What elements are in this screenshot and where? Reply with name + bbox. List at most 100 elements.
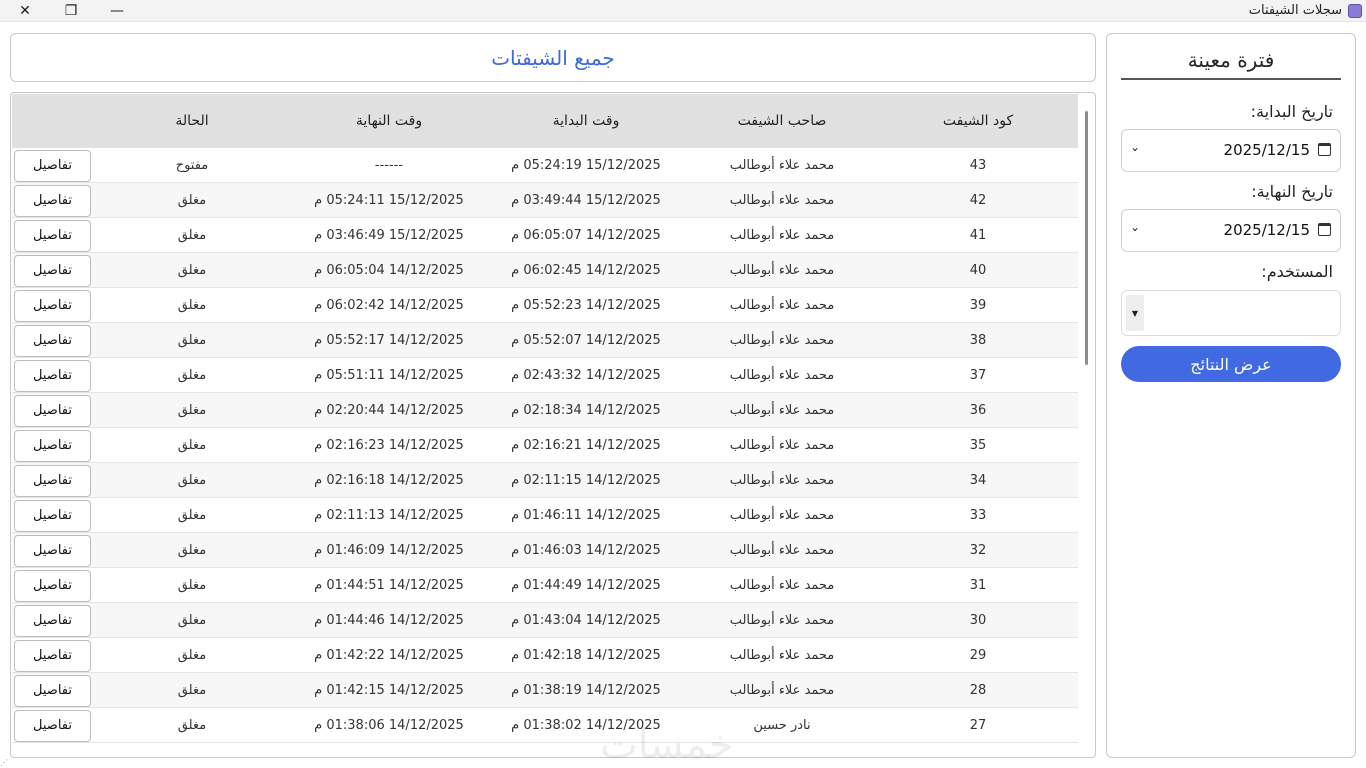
cell-code: 42: [969, 193, 987, 208]
table-row[interactable]: 30 محمد علاء أبوطالب 14/12/2025 01:43:04 م…: [12, 603, 1078, 638]
cell-code: 41: [969, 228, 987, 243]
column-header-end[interactable]: وقت النهاية: [289, 94, 489, 148]
cell-start-time: 14/12/2025 05:52:07 م: [511, 333, 661, 348]
cell-status: مغلق: [177, 718, 207, 733]
details-button[interactable]: تفاصيل: [14, 325, 91, 357]
cell-status: مغلق: [177, 438, 207, 453]
cell-owner: محمد علاء أبوطالب: [729, 403, 835, 418]
user-label: المستخدم:: [1261, 262, 1333, 281]
details-button[interactable]: تفاصيل: [14, 465, 91, 497]
user-select[interactable]: ▼: [1121, 290, 1341, 336]
cell-end-time: 14/12/2025 01:46:09 م: [314, 543, 464, 558]
cell-start-time: 14/12/2025 02:18:34 م: [511, 403, 661, 418]
cell-end-time: 14/12/2025 02:16:18 م: [314, 473, 464, 488]
table-row[interactable]: 28 محمد علاء أبوطالب 14/12/2025 01:38:19 م…: [12, 673, 1078, 708]
cell-status: مغلق: [177, 333, 207, 348]
end-date-value: 2025/12/15: [1223, 221, 1310, 239]
details-button[interactable]: تفاصيل: [14, 290, 91, 322]
details-button[interactable]: تفاصيل: [14, 570, 91, 602]
chevron-down-icon[interactable]: ⌄: [1130, 220, 1140, 234]
cell-status: مغلق: [177, 683, 207, 698]
cell-status: مغلق: [177, 648, 207, 663]
details-button[interactable]: تفاصيل: [14, 500, 91, 532]
table-row[interactable]: 29 محمد علاء أبوطالب 14/12/2025 01:42:18 م…: [12, 638, 1078, 673]
table-row[interactable]: 41 محمد علاء أبوطالب 14/12/2025 06:05:07 م…: [12, 218, 1078, 253]
calendar-icon[interactable]: [1318, 223, 1331, 236]
shifts-table: كود الشيفت صاحب الشيفت وقت البداية وقت ا…: [10, 92, 1096, 758]
table-row[interactable]: 43 محمد علاء أبوطالب 15/12/2025 05:24:19 م…: [12, 148, 1078, 183]
table-row[interactable]: 40 محمد علاء أبوطالب 14/12/2025 06:02:45 م…: [12, 253, 1078, 288]
cell-start-time: 14/12/2025 01:46:03 م: [511, 543, 661, 558]
calendar-icon[interactable]: [1318, 143, 1331, 156]
details-button[interactable]: تفاصيل: [14, 150, 91, 182]
cell-end-time: 14/12/2025 01:44:51 م: [314, 578, 464, 593]
details-button[interactable]: تفاصيل: [14, 640, 91, 672]
details-button[interactable]: تفاصيل: [14, 255, 91, 287]
table-row[interactable]: 38 محمد علاء أبوطالب 14/12/2025 05:52:07 م…: [12, 323, 1078, 358]
details-button[interactable]: تفاصيل: [14, 185, 91, 217]
cell-end-time: ------: [374, 158, 404, 173]
cell-start-time: 14/12/2025 02:43:32 م: [511, 368, 661, 383]
cell-owner: محمد علاء أبوطالب: [729, 578, 835, 593]
table-row[interactable]: 35 محمد علاء أبوطالب 14/12/2025 02:16:21 م…: [12, 428, 1078, 463]
details-button[interactable]: تفاصيل: [14, 220, 91, 252]
restore-icon[interactable]: ❐: [48, 0, 94, 22]
dropdown-arrow-icon[interactable]: ▼: [1126, 295, 1144, 331]
show-results-button[interactable]: عرض النتائج: [1121, 346, 1341, 382]
watermark: خمسات: [600, 722, 734, 768]
cell-status: مغلق: [177, 578, 207, 593]
cell-code: 39: [969, 298, 987, 313]
table-row[interactable]: 32 محمد علاء أبوطالب 14/12/2025 01:46:03 م…: [12, 533, 1078, 568]
table-row[interactable]: 36 محمد علاء أبوطالب 14/12/2025 02:18:34 م…: [12, 393, 1078, 428]
cell-owner: محمد علاء أبوطالب: [729, 298, 835, 313]
details-button[interactable]: تفاصيل: [14, 395, 91, 427]
cell-owner: محمد علاء أبوطالب: [729, 333, 835, 348]
cell-status: مغلق: [177, 368, 207, 383]
cell-code: 36: [969, 403, 987, 418]
column-header-code[interactable]: كود الشيفت: [878, 94, 1078, 148]
cell-code: 35: [969, 438, 987, 453]
cell-owner: محمد علاء أبوطالب: [729, 473, 835, 488]
start-date-picker[interactable]: 2025/12/15 ⌄: [1121, 129, 1341, 172]
cell-owner: محمد علاء أبوطالب: [729, 438, 835, 453]
cell-start-time: 14/12/2025 01:43:04 م: [511, 613, 661, 628]
cell-owner: محمد علاء أبوطالب: [729, 158, 835, 173]
details-button[interactable]: تفاصيل: [14, 675, 91, 707]
cell-code: 40: [969, 263, 987, 278]
table-row[interactable]: 42 محمد علاء أبوطالب 15/12/2025 03:49:44 م…: [12, 183, 1078, 218]
table-row[interactable]: 31 محمد علاء أبوطالب 14/12/2025 01:44:49 م…: [12, 568, 1078, 603]
column-header-status[interactable]: الحالة: [92, 94, 292, 148]
details-button[interactable]: تفاصيل: [14, 535, 91, 567]
details-button[interactable]: تفاصيل: [14, 605, 91, 637]
table-row[interactable]: 27 نادر حسين 14/12/2025 01:38:02 م 14/12/20…: [12, 708, 1078, 743]
table-row[interactable]: 37 محمد علاء أبوطالب 14/12/2025 02:43:32 م…: [12, 358, 1078, 393]
cell-code: 38: [969, 333, 987, 348]
page-title: جميع الشيفتات: [491, 45, 615, 70]
table-row[interactable]: 34 محمد علاء أبوطالب 14/12/2025 02:11:15 م…: [12, 463, 1078, 498]
cell-owner: محمد علاء أبوطالب: [729, 193, 835, 208]
column-header-owner[interactable]: صاحب الشيفت: [682, 94, 882, 148]
table-row[interactable]: 39 محمد علاء أبوطالب 14/12/2025 05:52:23 م…: [12, 288, 1078, 323]
cell-status: مغلق: [177, 403, 207, 418]
cell-status: مغلق: [177, 543, 207, 558]
resize-grip-icon[interactable]: ⋰: [0, 758, 8, 767]
chevron-down-icon[interactable]: ⌄: [1130, 140, 1140, 154]
column-header-start[interactable]: وقت البداية: [486, 94, 686, 148]
end-date-picker[interactable]: 2025/12/15 ⌄: [1121, 209, 1341, 252]
close-icon[interactable]: ✕: [2, 0, 48, 22]
cell-owner: محمد علاء أبوطالب: [729, 648, 835, 663]
details-button[interactable]: تفاصيل: [14, 430, 91, 462]
start-date-label: تاريخ البداية:: [1250, 102, 1333, 121]
cell-start-time: 14/12/2025 01:44:49 م: [511, 578, 661, 593]
app-icon: [1348, 4, 1362, 18]
cell-status: مغلق: [177, 228, 207, 243]
vertical-scrollbar[interactable]: [1085, 111, 1088, 365]
cell-code: 29: [969, 648, 987, 663]
cell-status: مغلق: [177, 508, 207, 523]
table-row[interactable]: 33 محمد علاء أبوطالب 14/12/2025 01:46:11 م…: [12, 498, 1078, 533]
details-button[interactable]: تفاصيل: [14, 360, 91, 392]
minimize-icon[interactable]: —: [94, 0, 140, 22]
cell-status: مغلق: [177, 613, 207, 628]
details-button[interactable]: تفاصيل: [14, 710, 91, 742]
cell-status: مفتوح: [175, 158, 209, 173]
